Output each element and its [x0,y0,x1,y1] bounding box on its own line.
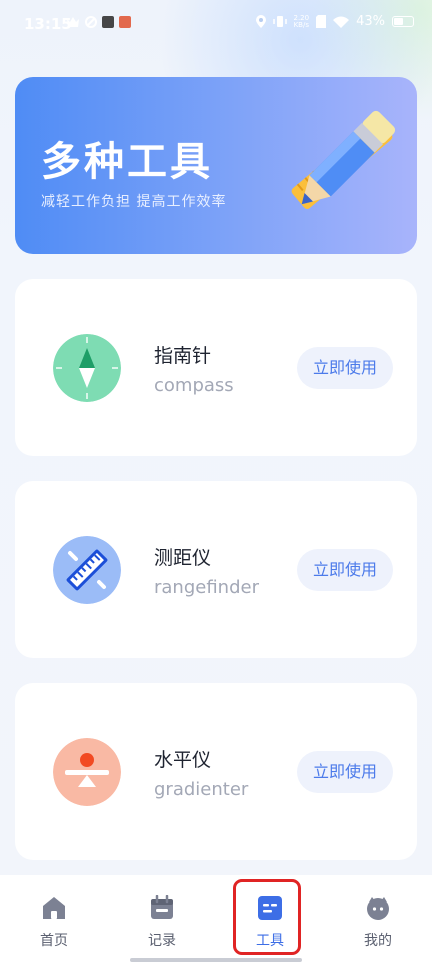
level-icon [53,738,121,806]
tab-tools[interactable]: 工具 [230,875,310,964]
tab-label: 首页 [40,933,68,949]
tab-label: 记录 [148,933,176,949]
tool-card-compass[interactable]: 指南针 compass 立即使用 [15,279,417,456]
shopping-app-icon [119,16,131,28]
use-now-button[interactable]: 立即使用 [297,549,393,591]
status-time: 13:15 [24,15,72,33]
calendar-icon [151,895,173,919]
location-icon [255,15,266,28]
profile-icon [367,897,389,920]
tool-name: 指南针 [154,345,212,367]
compass-icon [53,334,121,402]
tab-profile[interactable]: 我的 [338,875,418,964]
sim-icon [316,15,327,28]
banner-title: 多种工具 [41,139,213,185]
bottom-tab-bar: 首页 记录 工具 我的 [0,875,432,964]
tool-name: 水平仪 [154,749,212,771]
tool-name: 测距仪 [154,547,212,569]
pencil-ruler-illustration [291,110,396,209]
vibrate-icon [272,16,287,27]
tool-subtitle: gradienter [154,779,249,800]
network-speed: 2.20 KB/s [293,13,310,29]
hero-banner: 多种工具 减轻工作负担 提高工作效率 [15,77,417,254]
home-indicator [130,958,302,962]
tab-home[interactable]: 首页 [14,875,94,964]
tab-records[interactable]: 记录 [122,875,202,964]
battery-percent: 43% [356,14,385,29]
notification-icons [66,16,131,28]
tool-subtitle: rangefinder [154,577,259,598]
sync-icon [85,16,97,28]
use-now-button[interactable]: 立即使用 [297,347,393,389]
ruler-icon [53,536,121,604]
crown-icon [67,17,79,27]
use-now-button[interactable]: 立即使用 [297,751,393,793]
home-icon [43,897,65,919]
tab-label: 工具 [256,933,284,949]
tool-subtitle: compass [154,375,234,396]
video-app-icon [102,16,114,28]
tool-card-rangefinder[interactable]: 测距仪 rangefinder 立即使用 [15,481,417,658]
system-icons: 2.20 KB/s 43% [255,13,414,29]
tools-icon [258,896,282,920]
wifi-icon [333,16,350,28]
tab-label: 我的 [364,933,392,949]
status-bar: 13:15 2.20 KB/s 43% [0,0,432,52]
banner-subtitle: 减轻工作负担 提高工作效率 [41,194,227,210]
tool-card-gradienter[interactable]: 水平仪 gradienter 立即使用 [15,683,417,860]
battery-icon [392,16,414,27]
